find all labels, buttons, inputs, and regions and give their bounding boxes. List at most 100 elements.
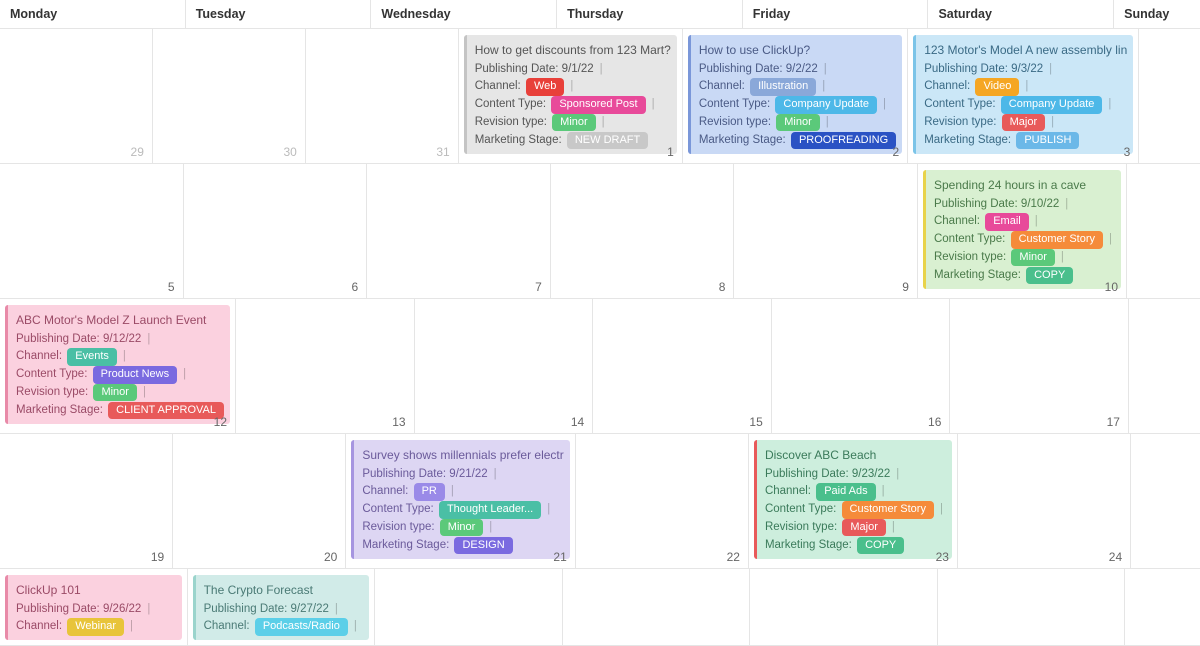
day-number: 17 bbox=[1107, 415, 1120, 429]
day-number: 8 bbox=[719, 280, 726, 294]
tag-rev[interactable]: Major bbox=[1002, 114, 1046, 131]
tag-rev[interactable]: Minor bbox=[1011, 249, 1055, 266]
tag-channel[interactable]: PR bbox=[414, 483, 445, 500]
event-card[interactable]: The Crypto Forecast Publishing Date: 9/2… bbox=[193, 575, 370, 640]
tag-ctype[interactable]: Thought Leader... bbox=[439, 501, 541, 518]
day-cell[interactable] bbox=[1125, 569, 1200, 645]
field-label-ctype: Content Type: bbox=[699, 98, 770, 110]
tag-stage[interactable]: CLIENT APPROVAL bbox=[108, 402, 224, 419]
day-cell[interactable] bbox=[375, 569, 563, 645]
tag-channel[interactable]: Web bbox=[526, 78, 564, 95]
day-cell[interactable]: ClickUp 101 Publishing Date: 9/26/22| Ch… bbox=[0, 569, 188, 645]
tag-rev[interactable]: Minor bbox=[440, 519, 484, 536]
tag-channel[interactable]: Illustration bbox=[750, 78, 816, 95]
tag-stage[interactable]: PROOFREADING bbox=[791, 132, 896, 149]
event-card[interactable]: ClickUp 101 Publishing Date: 9/26/22| Ch… bbox=[5, 575, 182, 640]
day-cell[interactable]: 16 bbox=[772, 299, 951, 433]
day-cell[interactable]: 14 bbox=[415, 299, 594, 433]
field-label-rev: Revision type: bbox=[934, 251, 1006, 263]
day-cell[interactable] bbox=[1131, 434, 1200, 568]
tag-ctype[interactable]: Product News bbox=[93, 366, 177, 383]
tag-ctype[interactable]: Sponsored Post bbox=[551, 96, 645, 113]
field-label-pub: Publishing Date: bbox=[924, 63, 1008, 75]
field-label-pub: Publishing Date: bbox=[699, 63, 783, 75]
day-cell[interactable] bbox=[1127, 164, 1200, 298]
day-cell[interactable]: 17 bbox=[950, 299, 1129, 433]
day-cell[interactable]: 123 Motor's Model A new assembly lin Pub… bbox=[908, 29, 1139, 163]
day-cell[interactable] bbox=[563, 569, 751, 645]
day-cell[interactable]: 31 bbox=[306, 29, 459, 163]
event-card[interactable]: How to get discounts from 123 Mart? Publ… bbox=[464, 35, 677, 154]
tag-ctype[interactable]: Company Update bbox=[775, 96, 877, 113]
day-cell[interactable]: ABC Motor's Model Z Launch Event Publish… bbox=[0, 299, 236, 433]
day-cell[interactable] bbox=[938, 569, 1126, 645]
tag-ctype[interactable]: Company Update bbox=[1001, 96, 1103, 113]
tag-channel[interactable]: Events bbox=[67, 348, 117, 365]
event-card[interactable]: Spending 24 hours in a cave Publishing D… bbox=[923, 170, 1121, 289]
tag-stage[interactable]: DESIGN bbox=[454, 537, 512, 554]
event-card[interactable]: Discover ABC Beach Publishing Date: 9/23… bbox=[754, 440, 952, 559]
tag-channel[interactable]: Paid Ads bbox=[816, 483, 875, 500]
tag-rev[interactable]: Minor bbox=[552, 114, 596, 131]
day-cell[interactable]: Discover ABC Beach Publishing Date: 9/23… bbox=[749, 434, 958, 568]
day-cell[interactable]: 8 bbox=[551, 164, 735, 298]
event-card[interactable]: 123 Motor's Model A new assembly lin Pub… bbox=[913, 35, 1133, 154]
tag-ctype[interactable]: Customer Story bbox=[1011, 231, 1103, 248]
field-label-channel: Channel: bbox=[362, 485, 408, 497]
tag-stage[interactable]: COPY bbox=[1026, 267, 1073, 284]
event-title: How to get discounts from 123 Mart? bbox=[475, 41, 671, 60]
day-cell[interactable]: The Crypto Forecast Publishing Date: 9/2… bbox=[188, 569, 376, 645]
field-label-pub: Publishing Date: bbox=[362, 468, 446, 480]
tag-channel[interactable]: Podcasts/Radio bbox=[255, 618, 348, 635]
header-wednesday: Wednesday bbox=[371, 0, 557, 28]
field-label-stage: Marketing Stage: bbox=[16, 404, 103, 416]
day-number: 1 bbox=[667, 145, 674, 159]
field-label-ctype: Content Type: bbox=[934, 233, 1005, 245]
day-cell[interactable]: 29 bbox=[0, 29, 153, 163]
day-cell[interactable]: 19 bbox=[0, 434, 173, 568]
tag-ctype[interactable]: Customer Story bbox=[842, 501, 934, 518]
tag-channel[interactable]: Webinar bbox=[67, 618, 124, 635]
tag-rev[interactable]: Minor bbox=[93, 384, 137, 401]
day-cell[interactable]: How to use ClickUp? Publishing Date: 9/2… bbox=[683, 29, 908, 163]
day-cell[interactable] bbox=[750, 569, 938, 645]
day-cell[interactable]: 7 bbox=[367, 164, 551, 298]
tag-channel[interactable]: Video bbox=[975, 78, 1019, 95]
day-cell[interactable]: Spending 24 hours in a cave Publishing D… bbox=[918, 164, 1127, 298]
day-cell[interactable]: 24 bbox=[958, 434, 1131, 568]
field-label-ctype: Content Type: bbox=[924, 98, 995, 110]
day-cell[interactable]: 9 bbox=[734, 164, 918, 298]
event-card[interactable]: Survey shows millennials prefer electr P… bbox=[351, 440, 569, 559]
day-cell[interactable]: 20 bbox=[173, 434, 346, 568]
field-label-channel: Channel: bbox=[16, 350, 62, 362]
day-cell[interactable]: 13 bbox=[236, 299, 415, 433]
day-cell[interactable]: Survey shows millennials prefer electr P… bbox=[346, 434, 575, 568]
day-number: 12 bbox=[214, 415, 227, 429]
tag-stage[interactable]: NEW DRAFT bbox=[567, 132, 648, 149]
tag-stage[interactable]: PUBLISH bbox=[1016, 132, 1079, 149]
week-row: 19 20 Survey shows millennials prefer el… bbox=[0, 434, 1200, 569]
day-cell[interactable] bbox=[1139, 29, 1200, 163]
day-cell[interactable] bbox=[1129, 299, 1200, 433]
day-cell[interactable]: 15 bbox=[593, 299, 772, 433]
day-cell[interactable]: How to get discounts from 123 Mart? Publ… bbox=[459, 29, 683, 163]
event-card[interactable]: ABC Motor's Model Z Launch Event Publish… bbox=[5, 305, 230, 424]
field-label-pub: Publishing Date: bbox=[475, 63, 559, 75]
field-label-stage: Marketing Stage: bbox=[924, 134, 1011, 146]
day-cell[interactable]: 5 bbox=[0, 164, 184, 298]
day-cell[interactable]: 30 bbox=[153, 29, 306, 163]
day-cell[interactable]: 22 bbox=[576, 434, 749, 568]
tag-rev[interactable]: Minor bbox=[776, 114, 820, 131]
event-title: Discover ABC Beach bbox=[765, 446, 946, 465]
field-label-stage: Marketing Stage: bbox=[765, 539, 852, 551]
field-label-ctype: Content Type: bbox=[16, 368, 87, 380]
tag-rev[interactable]: Major bbox=[842, 519, 886, 536]
field-label-pub: Publishing Date: bbox=[934, 198, 1018, 210]
week-row: 5 6 7 8 9 Spending 24 hours in a cave Pu… bbox=[0, 164, 1200, 299]
field-label-ctype: Content Type: bbox=[362, 503, 433, 515]
event-card[interactable]: How to use ClickUp? Publishing Date: 9/2… bbox=[688, 35, 902, 154]
tag-stage[interactable]: COPY bbox=[857, 537, 904, 554]
pub-date: 9/26/22 bbox=[103, 603, 141, 615]
tag-channel[interactable]: Email bbox=[985, 213, 1029, 230]
day-cell[interactable]: 6 bbox=[184, 164, 368, 298]
